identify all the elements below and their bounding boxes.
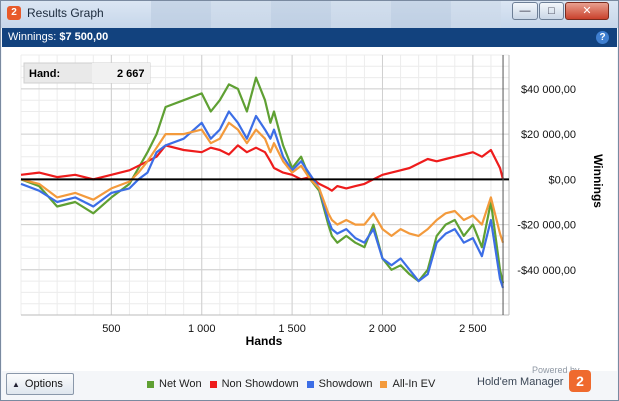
- hold-em-manager-icon: 2: [7, 6, 21, 20]
- minor-gridlines: [20, 54, 510, 316]
- legend-swatch: [209, 380, 217, 388]
- x-axis-label: Hands: [246, 334, 283, 348]
- y-tick-label: $0,00: [548, 174, 576, 186]
- background-window-strip: [151, 1, 501, 28]
- footer-bar: ▲ Options Net Won Non Showdown Showdown All…: [2, 365, 617, 400]
- legend-item[interactable]: Non Showdown: [209, 378, 299, 390]
- legend-label: Net Won: [159, 378, 202, 390]
- legend-label: Showdown: [318, 378, 373, 390]
- winnings-summary: Winnings: $7 500,00: [8, 31, 108, 43]
- y-tick-label: $20 000,00: [521, 129, 576, 141]
- tooltip-label: Hand:: [29, 68, 60, 80]
- y-tick-label: $40 000,00: [521, 84, 576, 96]
- legend-label: All-In EV: [392, 378, 436, 390]
- help-icon[interactable]: ?: [596, 31, 609, 44]
- options-button[interactable]: ▲ Options: [6, 373, 74, 395]
- y-tick-label: -$40 000,00: [517, 265, 576, 277]
- legend-item[interactable]: Showdown: [306, 378, 373, 390]
- chart-area: 500 1 000 1 500 2 000 2 500 $40 000,00 $20 00…: [2, 47, 617, 371]
- legend-swatch: [306, 380, 314, 388]
- brand-name: Hold'em Manager: [477, 376, 564, 388]
- x-tick-label: 1 500: [278, 323, 306, 335]
- legend-swatch: [380, 380, 388, 388]
- x-tick-label: 1 000: [188, 323, 216, 335]
- x-tick-label: 2 500: [459, 323, 487, 335]
- legend-label: Non Showdown: [221, 378, 299, 390]
- y-axis-label: Winnings: [591, 154, 605, 208]
- title-bar[interactable]: 2 Results Graph — □ ✕: [1, 1, 618, 28]
- results-chart[interactable]: 500 1 000 1 500 2 000 2 500 $40 000,00 $20 00…: [2, 47, 617, 371]
- x-tick-label: 500: [102, 323, 120, 335]
- x-axis-ticks: 500 1 000 1 500 2 000 2 500: [102, 323, 486, 335]
- y-axis-ticks: $40 000,00 $20 000,00 $0,00 -$20 000,00 -$40…: [517, 84, 576, 277]
- tooltip-value: 2 667: [117, 68, 145, 80]
- major-gridlines: [21, 55, 510, 316]
- hold-em-manager-logo: 2: [569, 370, 591, 392]
- options-label: Options: [24, 378, 63, 390]
- maximize-button[interactable]: □: [539, 2, 564, 20]
- legend-item[interactable]: Net Won: [147, 378, 202, 390]
- window-title: Results Graph: [27, 6, 104, 20]
- winnings-header: Winnings: $7 500,00 ?: [2, 28, 617, 47]
- close-button[interactable]: ✕: [565, 2, 609, 20]
- y-tick-label: -$20 000,00: [517, 220, 576, 232]
- winnings-value: $7 500,00: [59, 31, 109, 43]
- chart-legend: Net Won Non Showdown Showdown All-In EV: [147, 378, 435, 390]
- results-graph-window: 2 Results Graph — □ ✕ Winnings: $7 500,0…: [0, 0, 619, 401]
- legend-item[interactable]: All-In EV: [380, 378, 435, 390]
- minimize-button[interactable]: —: [512, 2, 538, 20]
- expand-up-icon: ▲: [12, 379, 20, 389]
- hand-tooltip: Hand: 2 667: [23, 62, 151, 84]
- winnings-label: Winnings:: [8, 31, 57, 43]
- x-tick-label: 2 000: [369, 323, 397, 335]
- legend-swatch: [147, 380, 154, 388]
